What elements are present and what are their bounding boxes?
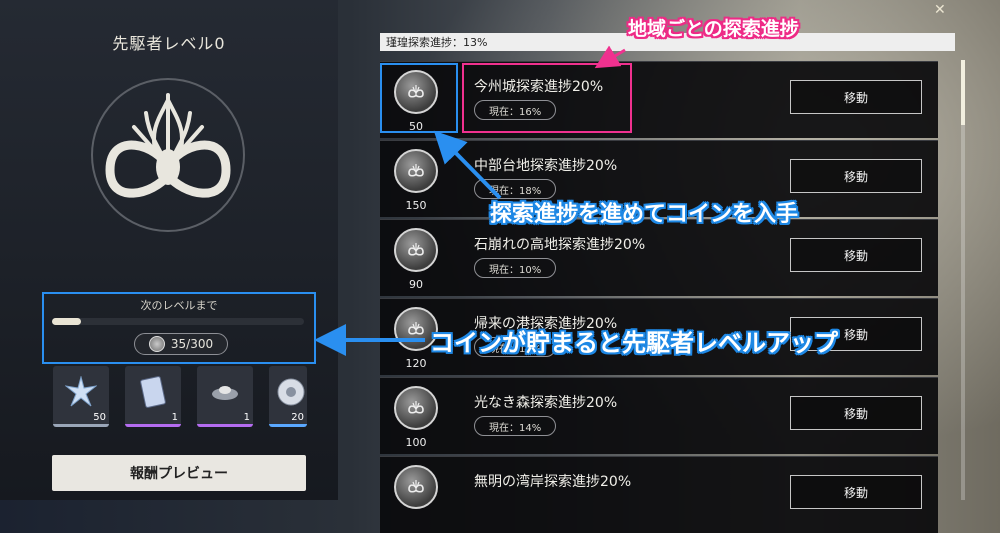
annotation-level-up: コインが貯まると先駆者レベルアップ [430, 329, 838, 357]
annotation-region-progress: 地域ごとの探索進捗 [628, 18, 799, 40]
annotation-earn-coins: 探索進捗を進めてコインを入手 [490, 202, 799, 227]
annotation-arrows [314, 45, 626, 356]
